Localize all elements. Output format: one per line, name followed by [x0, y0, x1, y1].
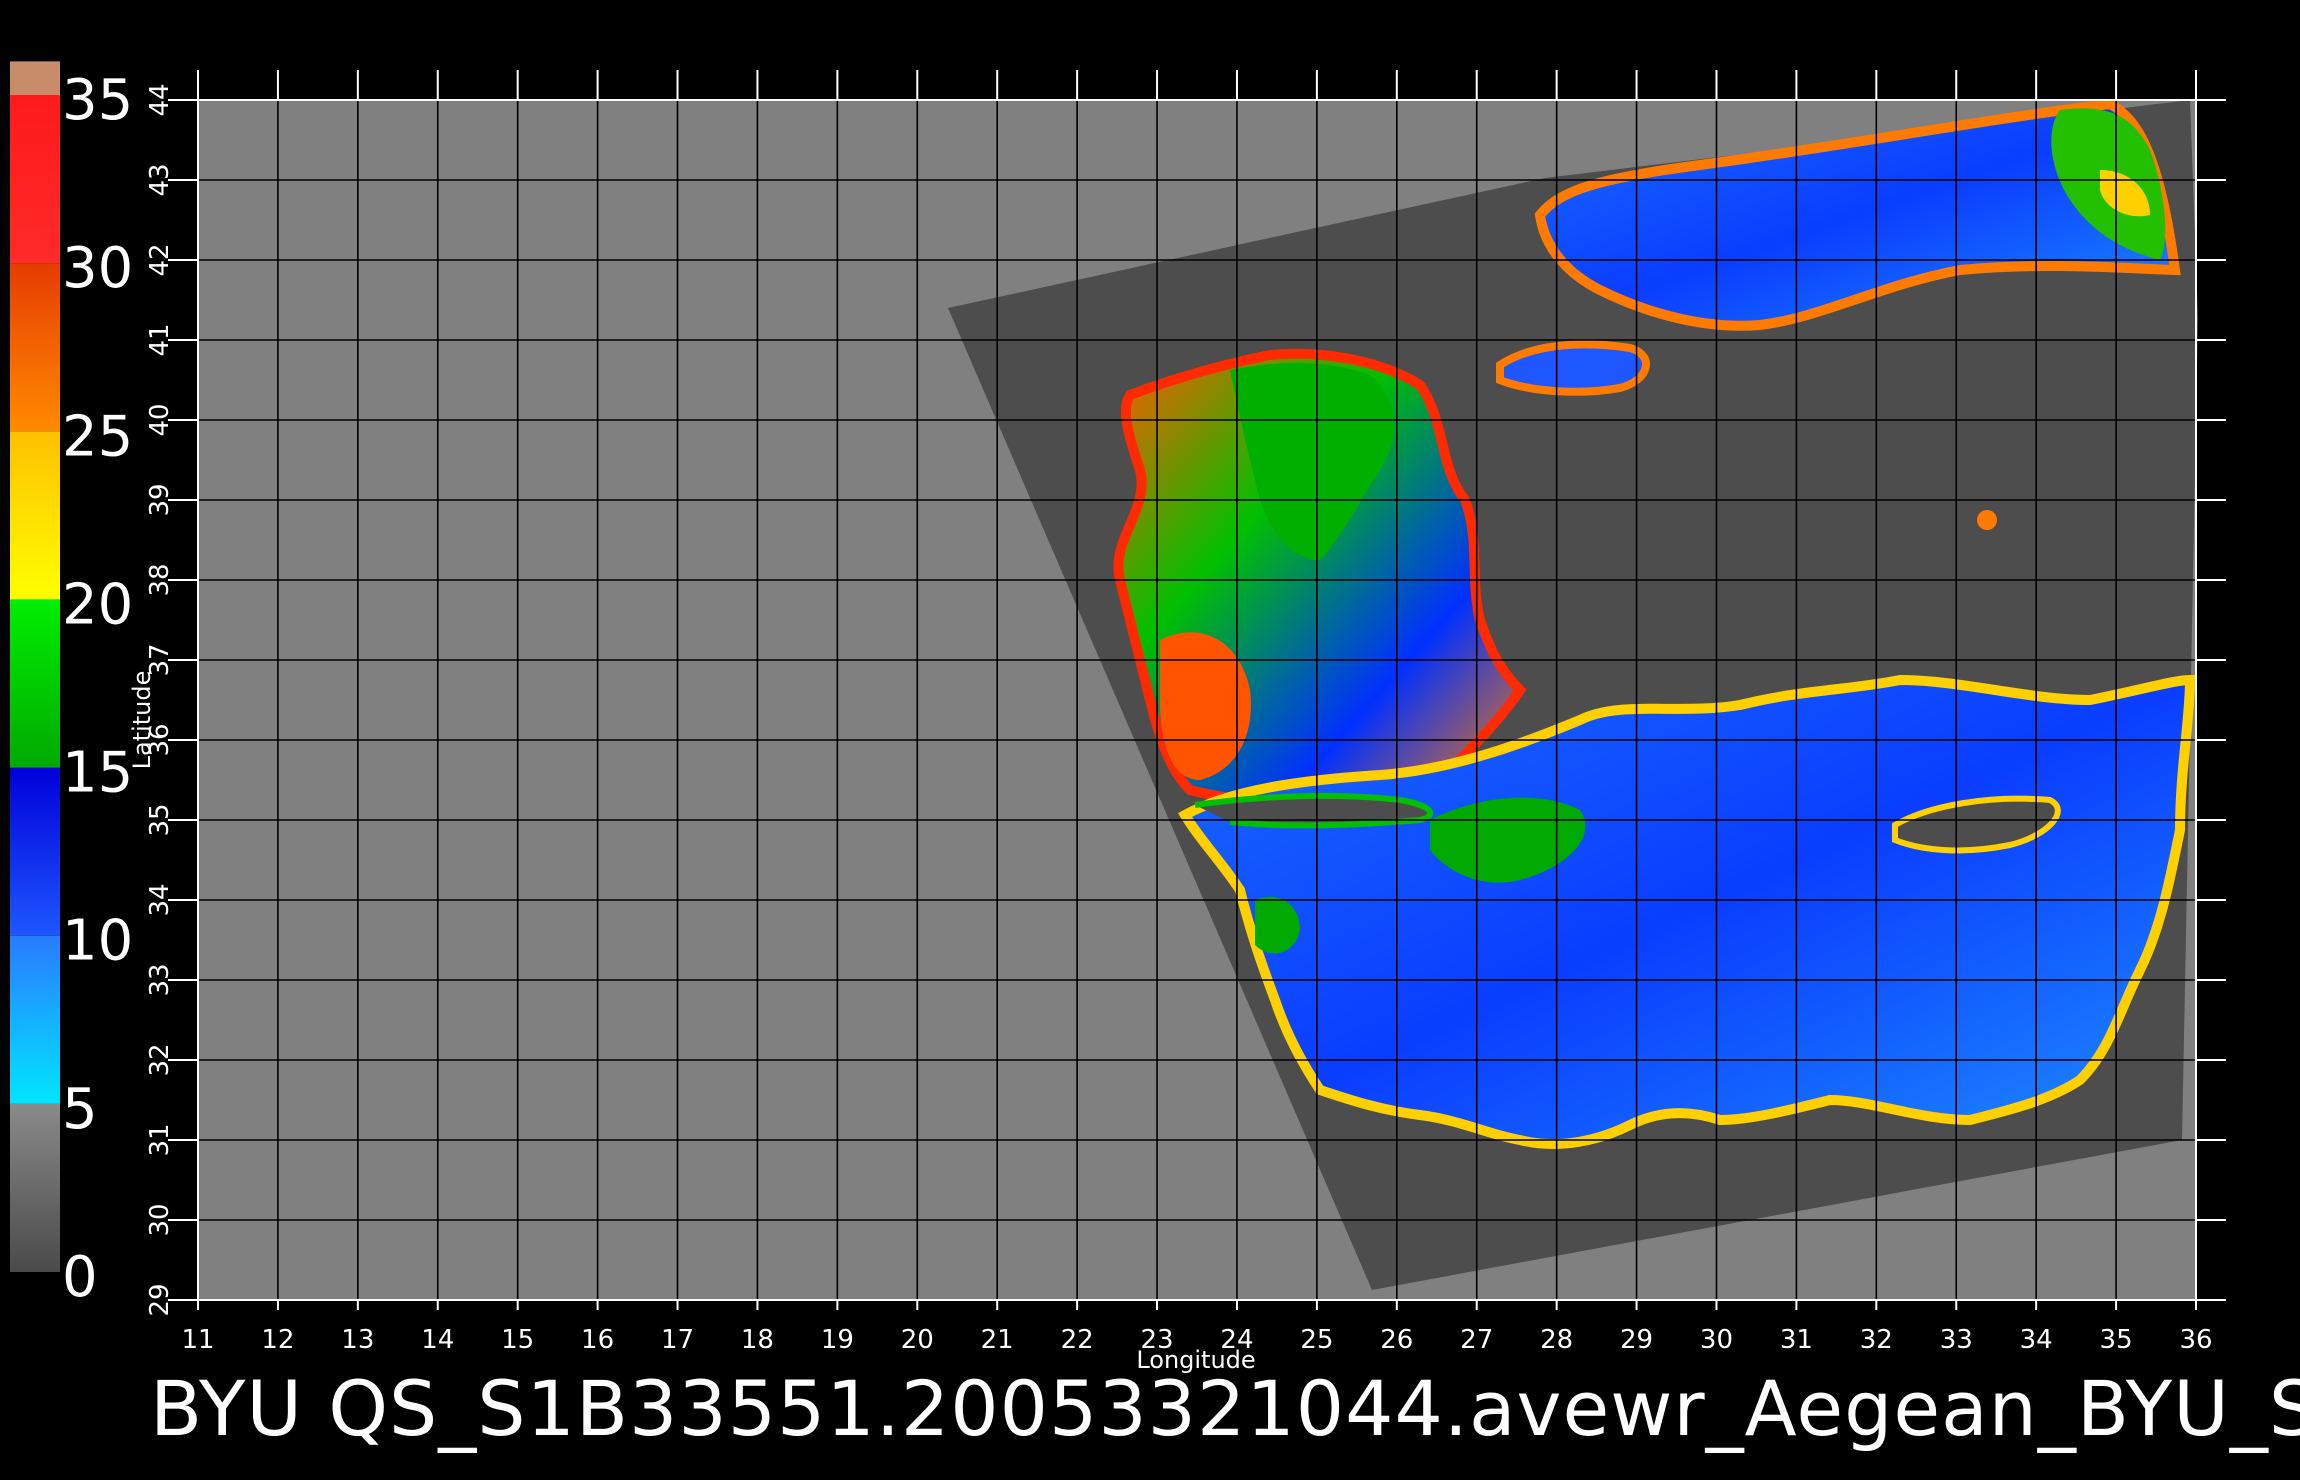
- y-axis-label: Latitude: [128, 671, 156, 770]
- y-tick-label: 35: [145, 803, 175, 836]
- colorbar-segment: [10, 935, 60, 1104]
- marmara-wind-field: [1496, 340, 1650, 396]
- y-tick-label: 42: [145, 243, 175, 276]
- colorbar-label: 10: [62, 909, 133, 974]
- y-tick-label: 34: [145, 883, 175, 916]
- x-tick-label: 31: [1780, 1325, 1813, 1355]
- colorbar-segment: [10, 767, 60, 936]
- y-tick-label: 30: [145, 1203, 175, 1236]
- colorbar-label: 0: [62, 1245, 98, 1310]
- wind-map-figure: 0 5 10 15 20 25 30 35 11 12 13 14 15 16 17 18 19 20 21 22 2…: [10, 61, 2300, 1453]
- colorbar-label: 20: [62, 572, 133, 637]
- y-tick-label: 32: [145, 1043, 175, 1076]
- x-tick-label: 26: [1380, 1325, 1413, 1355]
- x-tick-label: 35: [2100, 1325, 2133, 1355]
- image-title: BYU QS_S1B33551.20053321044.avewr_Aegean…: [150, 1364, 2300, 1453]
- y-tick-label: 39: [145, 483, 175, 516]
- x-tick-label: 13: [341, 1325, 374, 1355]
- colorbar-segment: [10, 431, 60, 600]
- x-tick-label: 25: [1300, 1325, 1333, 1355]
- colorbar-segment: [10, 1103, 60, 1272]
- x-tick-label: 33: [1940, 1325, 1973, 1355]
- x-tick-label: 36: [2179, 1325, 2212, 1355]
- colorbar-label: 25: [62, 404, 133, 469]
- x-tick-label: 12: [261, 1325, 294, 1355]
- y-tick-label: 38: [145, 563, 175, 596]
- x-tick-label: 34: [2020, 1325, 2053, 1355]
- crete-land: [1194, 792, 1434, 829]
- y-tick-label: 33: [145, 963, 175, 996]
- y-tick-label: 29: [145, 1283, 175, 1316]
- y-tick-label: 43: [145, 163, 175, 196]
- colorbar-labels: 0 5 10 15 20 25 30 35: [62, 68, 133, 1310]
- y-tick-label: 41: [145, 323, 175, 356]
- colorbar-label: 30: [62, 236, 133, 301]
- x-tick-label: 20: [901, 1325, 934, 1355]
- x-tick-label: 16: [581, 1325, 614, 1355]
- colorbar-label: 35: [62, 68, 133, 133]
- x-tick-label: 32: [1860, 1325, 1893, 1355]
- y-tick-label: 40: [145, 403, 175, 436]
- x-tick-label: 18: [741, 1325, 774, 1355]
- colorbar-label: 5: [62, 1077, 98, 1142]
- x-tick-label: 19: [821, 1325, 854, 1355]
- colorbar-segment: [10, 95, 60, 264]
- y-tick-label: 31: [145, 1123, 175, 1156]
- x-tick-label: 11: [181, 1325, 214, 1355]
- x-tick-label: 15: [501, 1325, 534, 1355]
- x-tick-label: 17: [661, 1325, 694, 1355]
- x-tick-label: 22: [1061, 1325, 1094, 1355]
- x-tick-label: 29: [1620, 1325, 1653, 1355]
- colorbar-segment: [10, 263, 60, 432]
- x-tick-label: 28: [1540, 1325, 1573, 1355]
- x-tick-label: 30: [1700, 1325, 1733, 1355]
- colorbar: [10, 61, 60, 1272]
- y-tick-label: 44: [145, 83, 175, 116]
- x-tick-label: 27: [1460, 1325, 1493, 1355]
- x-tick-label: 21: [981, 1325, 1014, 1355]
- colorbar-label: 15: [62, 741, 133, 806]
- isolated-cell: [1977, 510, 1997, 530]
- colorbar-segment: [10, 599, 60, 768]
- colorbar-segment: [10, 61, 60, 95]
- x-tick-label: 14: [421, 1325, 454, 1355]
